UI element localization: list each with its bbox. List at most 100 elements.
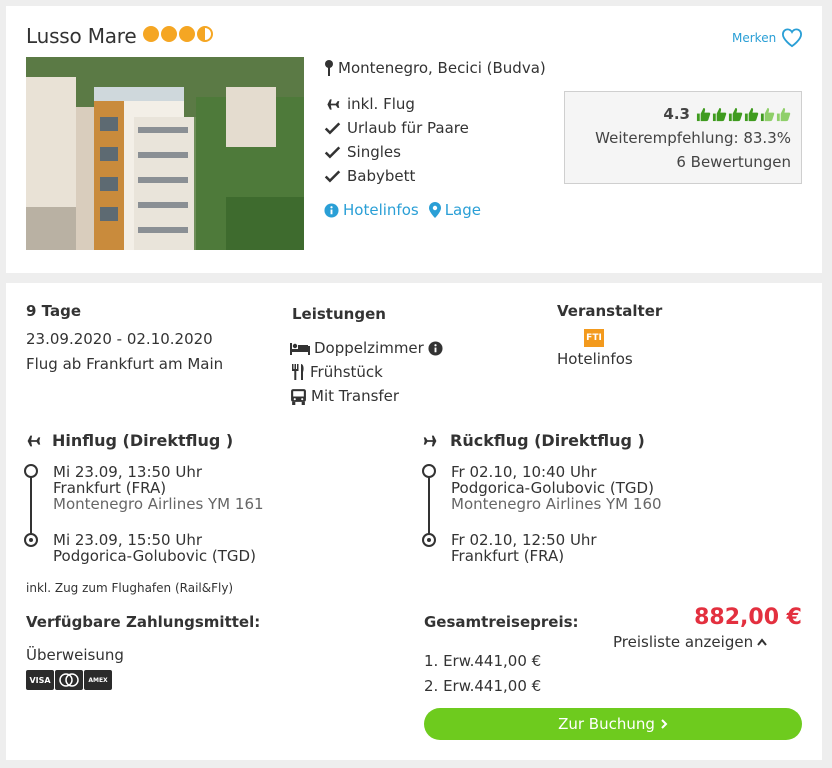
service-label: Doppelzimmer (314, 339, 424, 357)
offer-card: 9 Tage 23.09.2020 - 02.10.2020 Flug ab F… (6, 283, 822, 760)
feature-item: Urlaub für Paare (324, 116, 469, 140)
feature-item: Babybett (324, 164, 469, 188)
return-title: Rückflug (Direktflug ) (450, 431, 645, 450)
rating-top: 4.3 (565, 102, 791, 126)
outbound-dep-airport: Frankfurt (FRA) (53, 479, 167, 497)
location-text: Montenegro, Becici (Budva) (338, 59, 546, 77)
outbound-arr-airport: Podgorica-Golubovic (TGD) (53, 547, 256, 565)
return-departure: Fr 02.10, 10:40 Uhr Podgorica-Golubovic … (451, 464, 662, 512)
service-label: Frühstück (310, 363, 383, 381)
feature-label: Urlaub für Paare (347, 119, 469, 137)
rating-box[interactable]: 4.3 Weiterempfehlung: 83.3% 6 Bewertunge… (564, 91, 802, 184)
feature-item: inkl. Flug (324, 92, 469, 116)
arrival-dot (24, 533, 38, 547)
half-star-icon (197, 26, 213, 42)
booking-button[interactable]: Zur Buchung (424, 708, 802, 740)
star-icon (161, 26, 177, 42)
arrival-dot (422, 533, 436, 547)
return-arr-time: Fr 02.10, 12:50 Uhr (451, 531, 597, 549)
rating-recommendation: Weiterempfehlung: 83.3% (595, 129, 791, 147)
duration: 9 Tage (26, 302, 81, 320)
departure-info: Flug ab Frankfurt am Main (26, 355, 224, 373)
outbound-dep-time: Mi 23.09, 13:50 Uhr (53, 463, 203, 481)
outbound-timeline (30, 472, 32, 538)
thumb-up-icon (712, 107, 727, 121)
outbound-airline: Montenegro Airlines YM 161 (53, 495, 264, 513)
visa-icon: VISA (26, 670, 54, 690)
services-list: Doppelzimmer Frühstück Mit Transfer (290, 336, 443, 408)
operator-title: Veranstalter (557, 302, 663, 320)
services-title: Leistungen (292, 305, 386, 323)
mastercard-icon (55, 670, 83, 690)
hotel-name[interactable]: Lusso Mare (26, 24, 137, 48)
bed-icon (290, 343, 310, 355)
thumb-up-empty-icon (776, 107, 791, 121)
travel-dates: 23.09.2020 - 02.10.2020 (26, 330, 213, 348)
info-icon (324, 202, 339, 218)
return-dep-airport: Podgorica-Golubovic (TGD) (451, 479, 654, 497)
star-icon (143, 26, 159, 42)
rating-thumbs (696, 107, 791, 122)
service-item: Doppelzimmer (290, 336, 443, 360)
feature-label: Babybett (347, 167, 416, 185)
payment-cards: VISA AMEX (26, 670, 112, 690)
hotel-links: Hotelinfos Lage (324, 201, 481, 219)
outbound-departure: Mi 23.09, 13:50 Uhr Frankfurt (FRA) Mont… (53, 464, 264, 512)
price-line: 1. Erw.441,00 € (424, 652, 542, 670)
operator-logo[interactable]: FTI (584, 329, 604, 347)
service-item: Mit Transfer (290, 384, 443, 408)
total-price-title: Gesamtreisepreis: (424, 613, 579, 631)
return-timeline (428, 472, 430, 538)
chevron-right-icon (661, 719, 668, 729)
hotel-card: Lusso Mare Merken Montenegro, Becici (Bu… (6, 6, 822, 273)
hotelinfos-label: Hotelinfos (343, 201, 419, 219)
price-list-label: Preisliste anzeigen (613, 633, 754, 651)
cutlery-icon (292, 364, 304, 380)
hotel-stars (143, 26, 213, 42)
map-marker-icon (428, 202, 441, 218)
feature-label: inkl. Flug (347, 95, 415, 113)
check-icon (324, 145, 341, 159)
merken-button[interactable]: Merken (732, 28, 803, 48)
lage-label: Lage (444, 201, 481, 219)
amex-icon: AMEX (84, 670, 112, 690)
return-arr-airport: Frankfurt (FRA) (451, 547, 565, 565)
heart-icon (782, 28, 803, 48)
return-arrival: Fr 02.10, 12:50 Uhr Frankfurt (FRA) (451, 532, 597, 564)
price-list-toggle[interactable]: Preisliste anzeigen (613, 633, 767, 651)
hotel-features: inkl. Flug Urlaub für Paare Singles Baby… (324, 92, 469, 188)
rail-fly-note: inkl. Zug zum Flughafen (Rail&Fly) (26, 581, 234, 595)
departure-dot (24, 464, 38, 478)
payment-title: Verfügbare Zahlungsmittel: (26, 613, 261, 631)
operator-hotelinfos-link[interactable]: Hotelinfos (557, 350, 633, 368)
location-pin-icon (325, 60, 333, 76)
return-header: Rückflug (Direktflug ) (420, 431, 645, 450)
check-icon (324, 169, 341, 183)
rating-reviews: 6 Bewertungen (676, 153, 791, 171)
info-icon[interactable] (428, 340, 443, 356)
outbound-header: Hinflug (Direktflug ) (22, 431, 233, 450)
thumb-up-icon (696, 107, 711, 121)
outbound-arr-time: Mi 23.09, 15:50 Uhr (53, 531, 203, 549)
hotel-photo[interactable] (26, 57, 304, 250)
service-item: Frühstück (290, 360, 443, 384)
check-icon (324, 121, 341, 135)
merken-label: Merken (732, 31, 777, 45)
return-dep-time: Fr 02.10, 10:40 Uhr (451, 463, 597, 481)
rating-score: 4.3 (663, 105, 690, 123)
outbound-title: Hinflug (Direktflug ) (52, 431, 234, 450)
outbound-arrival: Mi 23.09, 15:50 Uhr Podgorica-Golubovic … (53, 532, 256, 564)
hotelinfos-link[interactable]: Hotelinfos (324, 201, 419, 219)
hotel-location: Montenegro, Becici (Budva) (324, 59, 546, 77)
price-line: 2. Erw.441,00 € (424, 677, 542, 695)
plane-icon (324, 98, 340, 110)
chevron-up-icon (757, 638, 767, 646)
lage-link[interactable]: Lage (428, 201, 481, 219)
plane-icon (24, 435, 41, 446)
thumb-up-half-icon (760, 107, 775, 121)
service-label: Mit Transfer (311, 387, 400, 405)
thumb-up-icon (744, 107, 759, 121)
bus-icon (291, 388, 306, 405)
payment-method: Überweisung (26, 646, 124, 664)
departure-dot (422, 464, 436, 478)
